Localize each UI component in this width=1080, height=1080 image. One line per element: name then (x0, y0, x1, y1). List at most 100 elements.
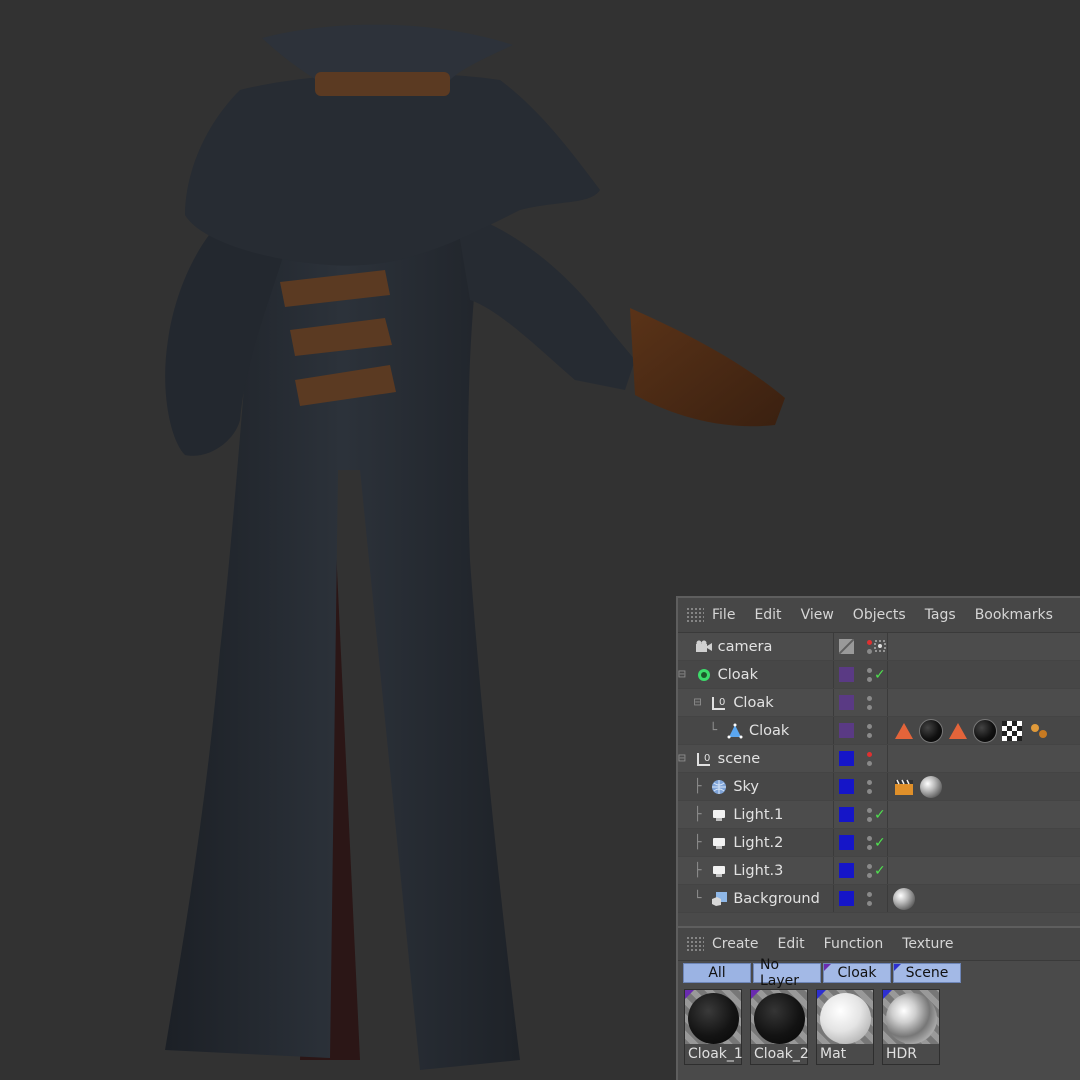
visibility-dots[interactable] (867, 639, 872, 654)
editor-visibility-dot[interactable] (867, 695, 872, 701)
menu-create[interactable]: Create (712, 936, 759, 952)
camera-target-icon[interactable] (874, 637, 886, 656)
object-row-sky[interactable]: ├ Sky (678, 773, 1080, 801)
render-visibility-dot[interactable] (867, 900, 872, 906)
object-row-cloak[interactable]: ⊟ 0 Cloak (678, 689, 1080, 717)
material-tag-icon[interactable] (892, 887, 916, 911)
menu-edit[interactable]: Edit (754, 607, 781, 623)
layer-cell[interactable] (834, 773, 866, 800)
object-row-cloak[interactable]: ⊟ Cloak ✓ (678, 661, 1080, 689)
layer-cell[interactable] (834, 717, 866, 744)
material-tag-icon[interactable] (973, 718, 997, 743)
menu-tags[interactable]: Tags (925, 607, 956, 623)
material-mat[interactable]: Mat (816, 989, 874, 1065)
filter-scene[interactable]: Scene (893, 963, 961, 983)
editor-visibility-dot[interactable] (867, 807, 872, 813)
visibility-dots[interactable] (867, 779, 872, 794)
object-name-cell[interactable]: └ Cloak (678, 717, 834, 744)
object-name-cell[interactable]: ⊟ 0 Cloak (678, 689, 834, 716)
filter-all[interactable]: All (683, 963, 751, 983)
menu-texture[interactable]: Texture (902, 936, 953, 952)
uvw-tag-icon[interactable] (1000, 719, 1024, 743)
object-name-cell[interactable]: ⊟ Cloak (678, 661, 834, 688)
material-tag-icon[interactable] (919, 718, 943, 743)
object-row-scene[interactable]: ⊟ 0 scene (678, 745, 1080, 773)
no-layer-icon[interactable] (838, 638, 855, 655)
layer-cell[interactable] (834, 885, 866, 912)
render-visibility-dot[interactable] (867, 844, 872, 850)
enabled-check-icon[interactable]: ✓ (874, 835, 886, 851)
object-name-cell[interactable]: └ Background (678, 885, 834, 912)
editor-visibility-dot[interactable] (867, 751, 872, 757)
render-visibility-dot[interactable] (867, 872, 872, 878)
object-name-cell[interactable]: camera (678, 633, 834, 660)
visibility-dots[interactable] (867, 835, 872, 850)
editor-visibility-dot[interactable] (867, 891, 872, 897)
layer-color-swatch[interactable] (839, 695, 854, 710)
visibility-dots[interactable] (867, 695, 872, 710)
object-row-light-2[interactable]: ├ Light.2 ✓ (678, 829, 1080, 857)
object-row-camera[interactable]: camera (678, 633, 1080, 661)
visibility-dots[interactable] (867, 891, 872, 906)
layer-cell[interactable] (834, 689, 866, 716)
editor-visibility-dot[interactable] (867, 779, 872, 785)
layer-cell[interactable] (834, 661, 866, 688)
editor-visibility-dot[interactable] (867, 863, 872, 869)
render-visibility-dot[interactable] (867, 676, 872, 682)
enabled-check-icon[interactable]: ✓ (874, 807, 886, 823)
object-row-light-3[interactable]: ├ Light.3 ✓ (678, 857, 1080, 885)
tree-connector[interactable]: ⊟ (678, 695, 709, 710)
visibility-dots[interactable] (867, 723, 872, 738)
editor-visibility-dot[interactable] (867, 723, 872, 729)
menu-file[interactable]: File (712, 607, 735, 623)
enabled-check-icon[interactable]: ✓ (874, 863, 886, 879)
layer-cell[interactable] (834, 633, 866, 660)
menu-bookmarks[interactable]: Bookmarks (975, 607, 1053, 623)
enabled-check-icon[interactable]: ✓ (874, 667, 886, 683)
render-visibility-dot[interactable] (867, 648, 872, 654)
object-row-background[interactable]: └ Background (678, 885, 1080, 913)
layer-color-swatch[interactable] (839, 863, 854, 878)
render-visibility-dot[interactable] (867, 732, 872, 738)
panel-grip-icon[interactable] (686, 936, 704, 952)
compositing-tag-icon[interactable] (892, 775, 916, 799)
layer-color-swatch[interactable] (839, 667, 854, 682)
layer-color-swatch[interactable] (839, 723, 854, 738)
object-name-cell[interactable]: ├ Light.1 (678, 801, 834, 828)
material-hdr[interactable]: HDR (882, 989, 940, 1065)
menu-objects[interactable]: Objects (853, 607, 906, 623)
editor-visibility-dot[interactable] (867, 639, 872, 645)
layer-cell[interactable] (834, 829, 866, 856)
material-cloak-1[interactable]: Cloak_1 (684, 989, 743, 1065)
tree-connector[interactable]: ⊟ (678, 751, 694, 766)
texture-tag-icon[interactable] (892, 719, 916, 743)
material-cloak-2[interactable]: Cloak_2 (750, 989, 809, 1065)
render-visibility-dot[interactable] (867, 788, 872, 794)
object-row-light-1[interactable]: ├ Light.1 ✓ (678, 801, 1080, 829)
layer-color-swatch[interactable] (839, 891, 854, 906)
render-visibility-dot[interactable] (867, 760, 872, 766)
filter-no-layer[interactable]: No Layer (753, 957, 821, 989)
object-row-cloak[interactable]: └ Cloak (678, 717, 1080, 745)
menu-function[interactable]: Function (824, 936, 884, 952)
menu-view[interactable]: View (801, 607, 834, 623)
material-tag-icon[interactable] (919, 775, 943, 799)
visibility-dots[interactable] (867, 751, 872, 766)
menu-edit[interactable]: Edit (778, 936, 805, 952)
layer-color-swatch[interactable] (839, 779, 854, 794)
selection-tag-icon[interactable] (1027, 719, 1051, 743)
texture-tag-icon[interactable] (946, 719, 970, 743)
object-name-cell[interactable]: ├ Sky (678, 773, 834, 800)
render-visibility-dot[interactable] (867, 704, 872, 710)
layer-cell[interactable] (834, 857, 866, 884)
visibility-dots[interactable] (867, 667, 872, 682)
layer-color-swatch[interactable] (839, 751, 854, 766)
layer-color-swatch[interactable] (839, 835, 854, 850)
filter-cloak[interactable]: Cloak (823, 963, 891, 983)
panel-grip-icon[interactable] (686, 607, 704, 623)
tree-connector[interactable]: ⊟ (678, 667, 694, 682)
render-visibility-dot[interactable] (867, 816, 872, 822)
object-name-cell[interactable]: ├ Light.3 (678, 857, 834, 884)
layer-color-swatch[interactable] (839, 807, 854, 822)
object-name-cell[interactable]: ⊟ 0 scene (678, 745, 834, 772)
